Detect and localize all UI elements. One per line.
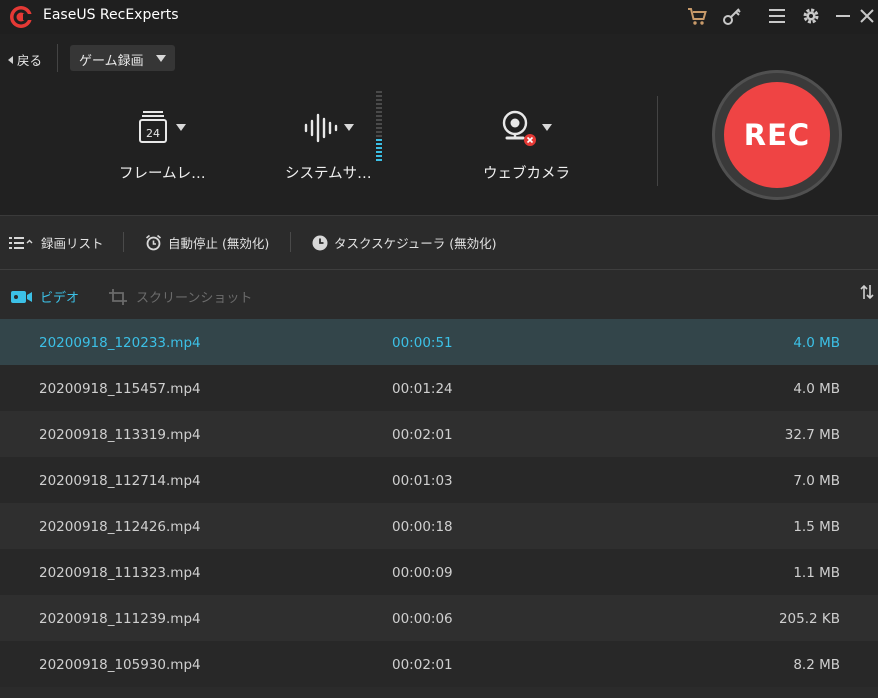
divider: [290, 232, 291, 252]
audio-level-meter: [376, 91, 382, 161]
file-size: 7.0 MB: [793, 473, 840, 489]
frame-rate-value: 24: [146, 127, 160, 140]
list-icon: [9, 236, 33, 249]
file-name: 20200918_111239.mp4: [39, 611, 201, 627]
cart-icon[interactable]: [686, 5, 708, 27]
tab-screenshot[interactable]: スクリーンショット: [109, 287, 252, 306]
task-scheduler-label: タスクスケジューラ (無効化): [334, 236, 497, 251]
frame-rate-icon[interactable]: 24: [138, 110, 170, 146]
divider: [57, 44, 58, 72]
minimize-icon[interactable]: [832, 5, 854, 27]
sort-icon[interactable]: [860, 284, 874, 300]
frame-rate-chevron-icon[interactable]: [176, 124, 186, 131]
divider: [123, 232, 124, 252]
file-row[interactable]: 20200918_105930.mp4 00:02:01 8.2 MB: [0, 641, 878, 687]
system-sound-chevron-icon[interactable]: [344, 124, 354, 131]
alarm-clock-icon: [145, 234, 162, 251]
file-row[interactable]: 20200918_111239.mp4 00:00:06 205.2 KB: [0, 595, 878, 641]
recording-file-list: 20200918_120233.mp4 00:00:51 4.0 MB 2020…: [0, 319, 878, 698]
clock-icon: [312, 235, 328, 250]
file-row[interactable]: 20200918_112426.mp4 00:00:18 1.5 MB: [0, 503, 878, 549]
file-size: 32.7 MB: [784, 427, 840, 443]
tab-screenshot-label: スクリーンショット: [136, 291, 253, 306]
app-logo-icon: [10, 6, 33, 28]
close-icon[interactable]: [856, 5, 878, 27]
file-name: 20200918_112426.mp4: [39, 519, 201, 535]
file-name: 20200918_111323.mp4: [39, 565, 201, 581]
file-duration: 00:00:09: [392, 565, 453, 581]
file-duration: 00:02:01: [392, 657, 453, 673]
file-duration: 00:01:03: [392, 473, 453, 489]
file-row[interactable]: 20200918_115457.mp4 00:01:24 4.0 MB: [0, 365, 878, 411]
divider: [657, 96, 658, 186]
crop-icon: [109, 288, 127, 305]
auto-stop-button[interactable]: 自動停止 (無効化): [145, 233, 269, 252]
file-row[interactable]: 20200918_112714.mp4 00:01:03 7.0 MB: [0, 457, 878, 503]
back-button[interactable]: 戻る: [8, 50, 42, 69]
menu-icon[interactable]: [766, 5, 788, 27]
key-icon[interactable]: [721, 5, 743, 27]
file-size: 205.2 KB: [778, 611, 840, 627]
file-row[interactable]: 20200918_113319.mp4 00:02:01 32.7 MB: [0, 411, 878, 457]
toolbar: 録画リスト 自動停止 (無効化) タスクスケジューラ (無効化): [0, 216, 878, 270]
file-name: 20200918_113319.mp4: [39, 427, 201, 443]
system-sound-label[interactable]: システムサ…: [285, 162, 372, 183]
webcam-label[interactable]: ウェブカメラ: [483, 162, 570, 183]
title-bar: EaseUS RecExperts: [0, 0, 878, 34]
back-label: 戻る: [17, 53, 43, 68]
file-size: 1.1 MB: [793, 565, 840, 581]
webcam-chevron-icon[interactable]: [542, 124, 552, 131]
file-size: 1.5 MB: [793, 519, 840, 535]
mode-dropdown[interactable]: ゲーム録画: [70, 45, 175, 71]
mode-selected-label: ゲーム録画: [79, 54, 144, 69]
system-sound-icon[interactable]: [303, 110, 339, 146]
file-duration: 00:02:01: [392, 427, 453, 443]
record-list-label: 録画リスト: [41, 236, 104, 251]
file-row[interactable]: 20200918_111323.mp4 00:00:09 1.1 MB: [0, 549, 878, 595]
file-name: 20200918_120233.mp4: [39, 335, 201, 351]
media-tabs: ビデオ スクリーンショット: [0, 271, 878, 319]
file-name: 20200918_112714.mp4: [39, 473, 201, 489]
file-name: 20200918_105930.mp4: [39, 657, 201, 673]
frame-rate-label[interactable]: フレームレ…: [119, 162, 206, 183]
task-scheduler-button[interactable]: タスクスケジューラ (無効化): [312, 233, 496, 252]
file-size: 4.0 MB: [793, 335, 840, 351]
app-title: EaseUS RecExperts: [43, 7, 179, 23]
file-duration: 00:00:18: [392, 519, 453, 535]
webcam-icon[interactable]: [499, 108, 539, 148]
rec-label: REC: [743, 118, 811, 152]
file-duration: 00:00:51: [392, 335, 453, 351]
file-duration: 00:01:24: [392, 381, 453, 397]
file-size: 4.0 MB: [793, 381, 840, 397]
tab-video[interactable]: ビデオ: [11, 287, 79, 306]
tab-video-label: ビデオ: [40, 291, 80, 306]
file-duration: 00:00:06: [392, 611, 453, 627]
file-size: 8.2 MB: [793, 657, 840, 673]
record-list-button[interactable]: 録画リスト: [9, 233, 104, 252]
video-camera-icon: [11, 290, 32, 303]
rec-button[interactable]: REC: [724, 82, 830, 188]
gear-icon[interactable]: [800, 5, 822, 27]
auto-stop-label: 自動停止 (無効化): [168, 236, 270, 251]
file-name: 20200918_115457.mp4: [39, 381, 201, 397]
chevron-down-icon: [156, 55, 166, 62]
file-row[interactable]: 20200918_120233.mp4 00:00:51 4.0 MB: [0, 319, 878, 365]
back-arrow-icon: [8, 55, 13, 64]
